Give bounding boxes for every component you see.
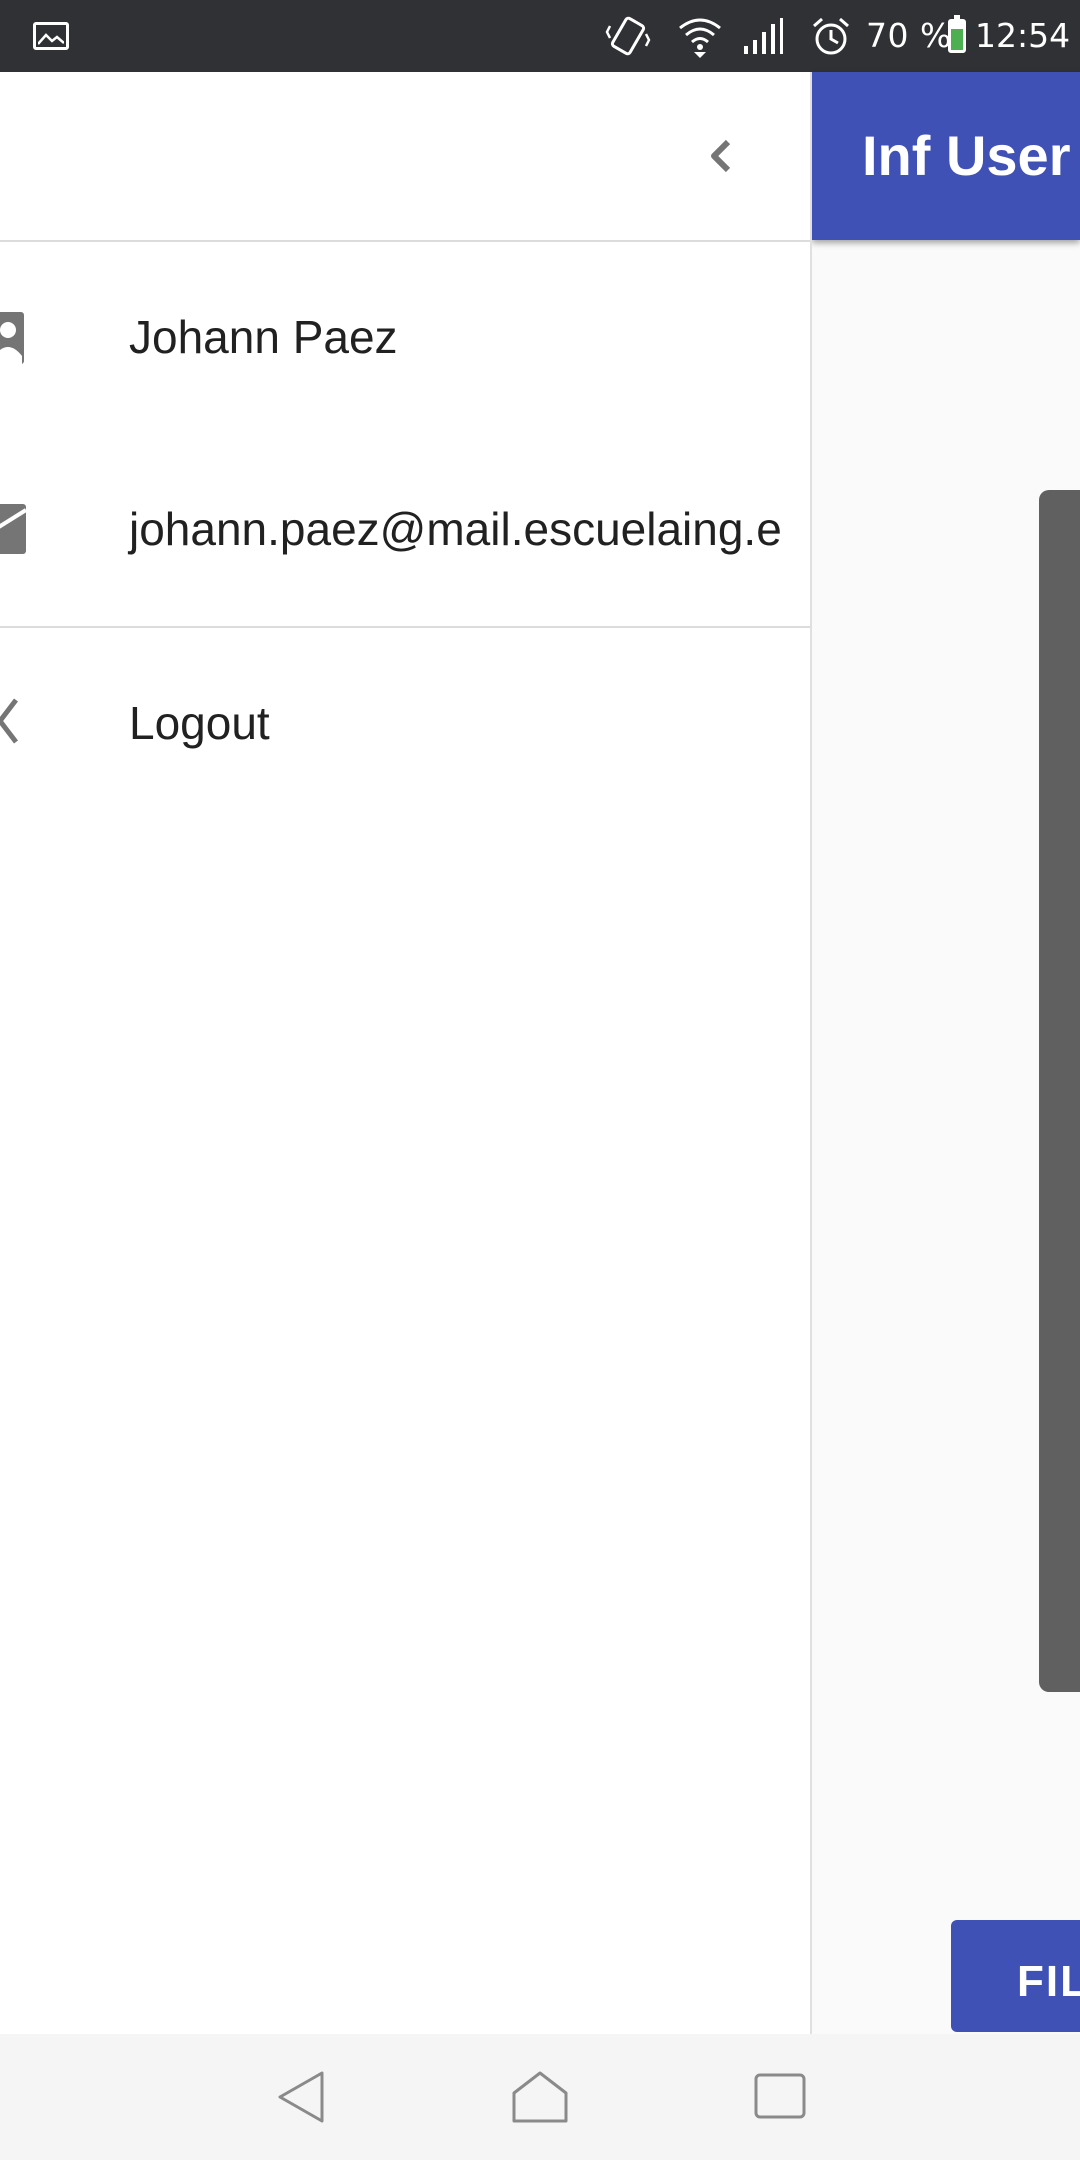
user-email: johann.paez@mail.escuelaing.e xyxy=(129,503,782,555)
alarm-icon xyxy=(813,17,849,55)
fill-button[interactable]: FIL xyxy=(951,1920,1080,2032)
drawer-item-user-email[interactable]: johann.paez@mail.escuelaing.e xyxy=(0,434,810,626)
user-name: Johann Paez xyxy=(129,311,398,363)
status-bar: 70 % 12:54 xyxy=(0,0,1080,72)
vibrate-icon xyxy=(605,16,651,56)
signal-icon xyxy=(744,18,783,54)
content-card xyxy=(1039,490,1080,1692)
recents-icon[interactable] xyxy=(752,2069,808,2125)
battery-percent: 70 % xyxy=(866,16,952,55)
drawer-header xyxy=(0,72,810,240)
chevron-left-icon xyxy=(711,139,731,173)
wifi-icon xyxy=(679,18,721,58)
clock: 12:54 xyxy=(975,16,1071,55)
email-icon xyxy=(0,504,28,554)
gallery-icon xyxy=(33,22,69,50)
navigation-drawer: Johann Paez johann.paez@mail.escuelaing.… xyxy=(0,72,812,2034)
back-icon[interactable] xyxy=(274,2069,330,2125)
home-icon[interactable] xyxy=(510,2069,570,2125)
collapse-drawer-button[interactable] xyxy=(688,124,752,188)
back-chevron-icon xyxy=(0,698,18,744)
page-title: Inf User xyxy=(862,124,1071,187)
drawer-item-user-name[interactable]: Johann Paez xyxy=(0,242,810,434)
drawer-item-logout[interactable]: Logout xyxy=(0,628,810,820)
system-nav-bar xyxy=(0,2034,1080,2160)
logout-label: Logout xyxy=(129,697,270,749)
battery-icon xyxy=(948,15,966,53)
app-bar: Inf User xyxy=(812,72,1080,240)
person-icon xyxy=(0,312,24,364)
